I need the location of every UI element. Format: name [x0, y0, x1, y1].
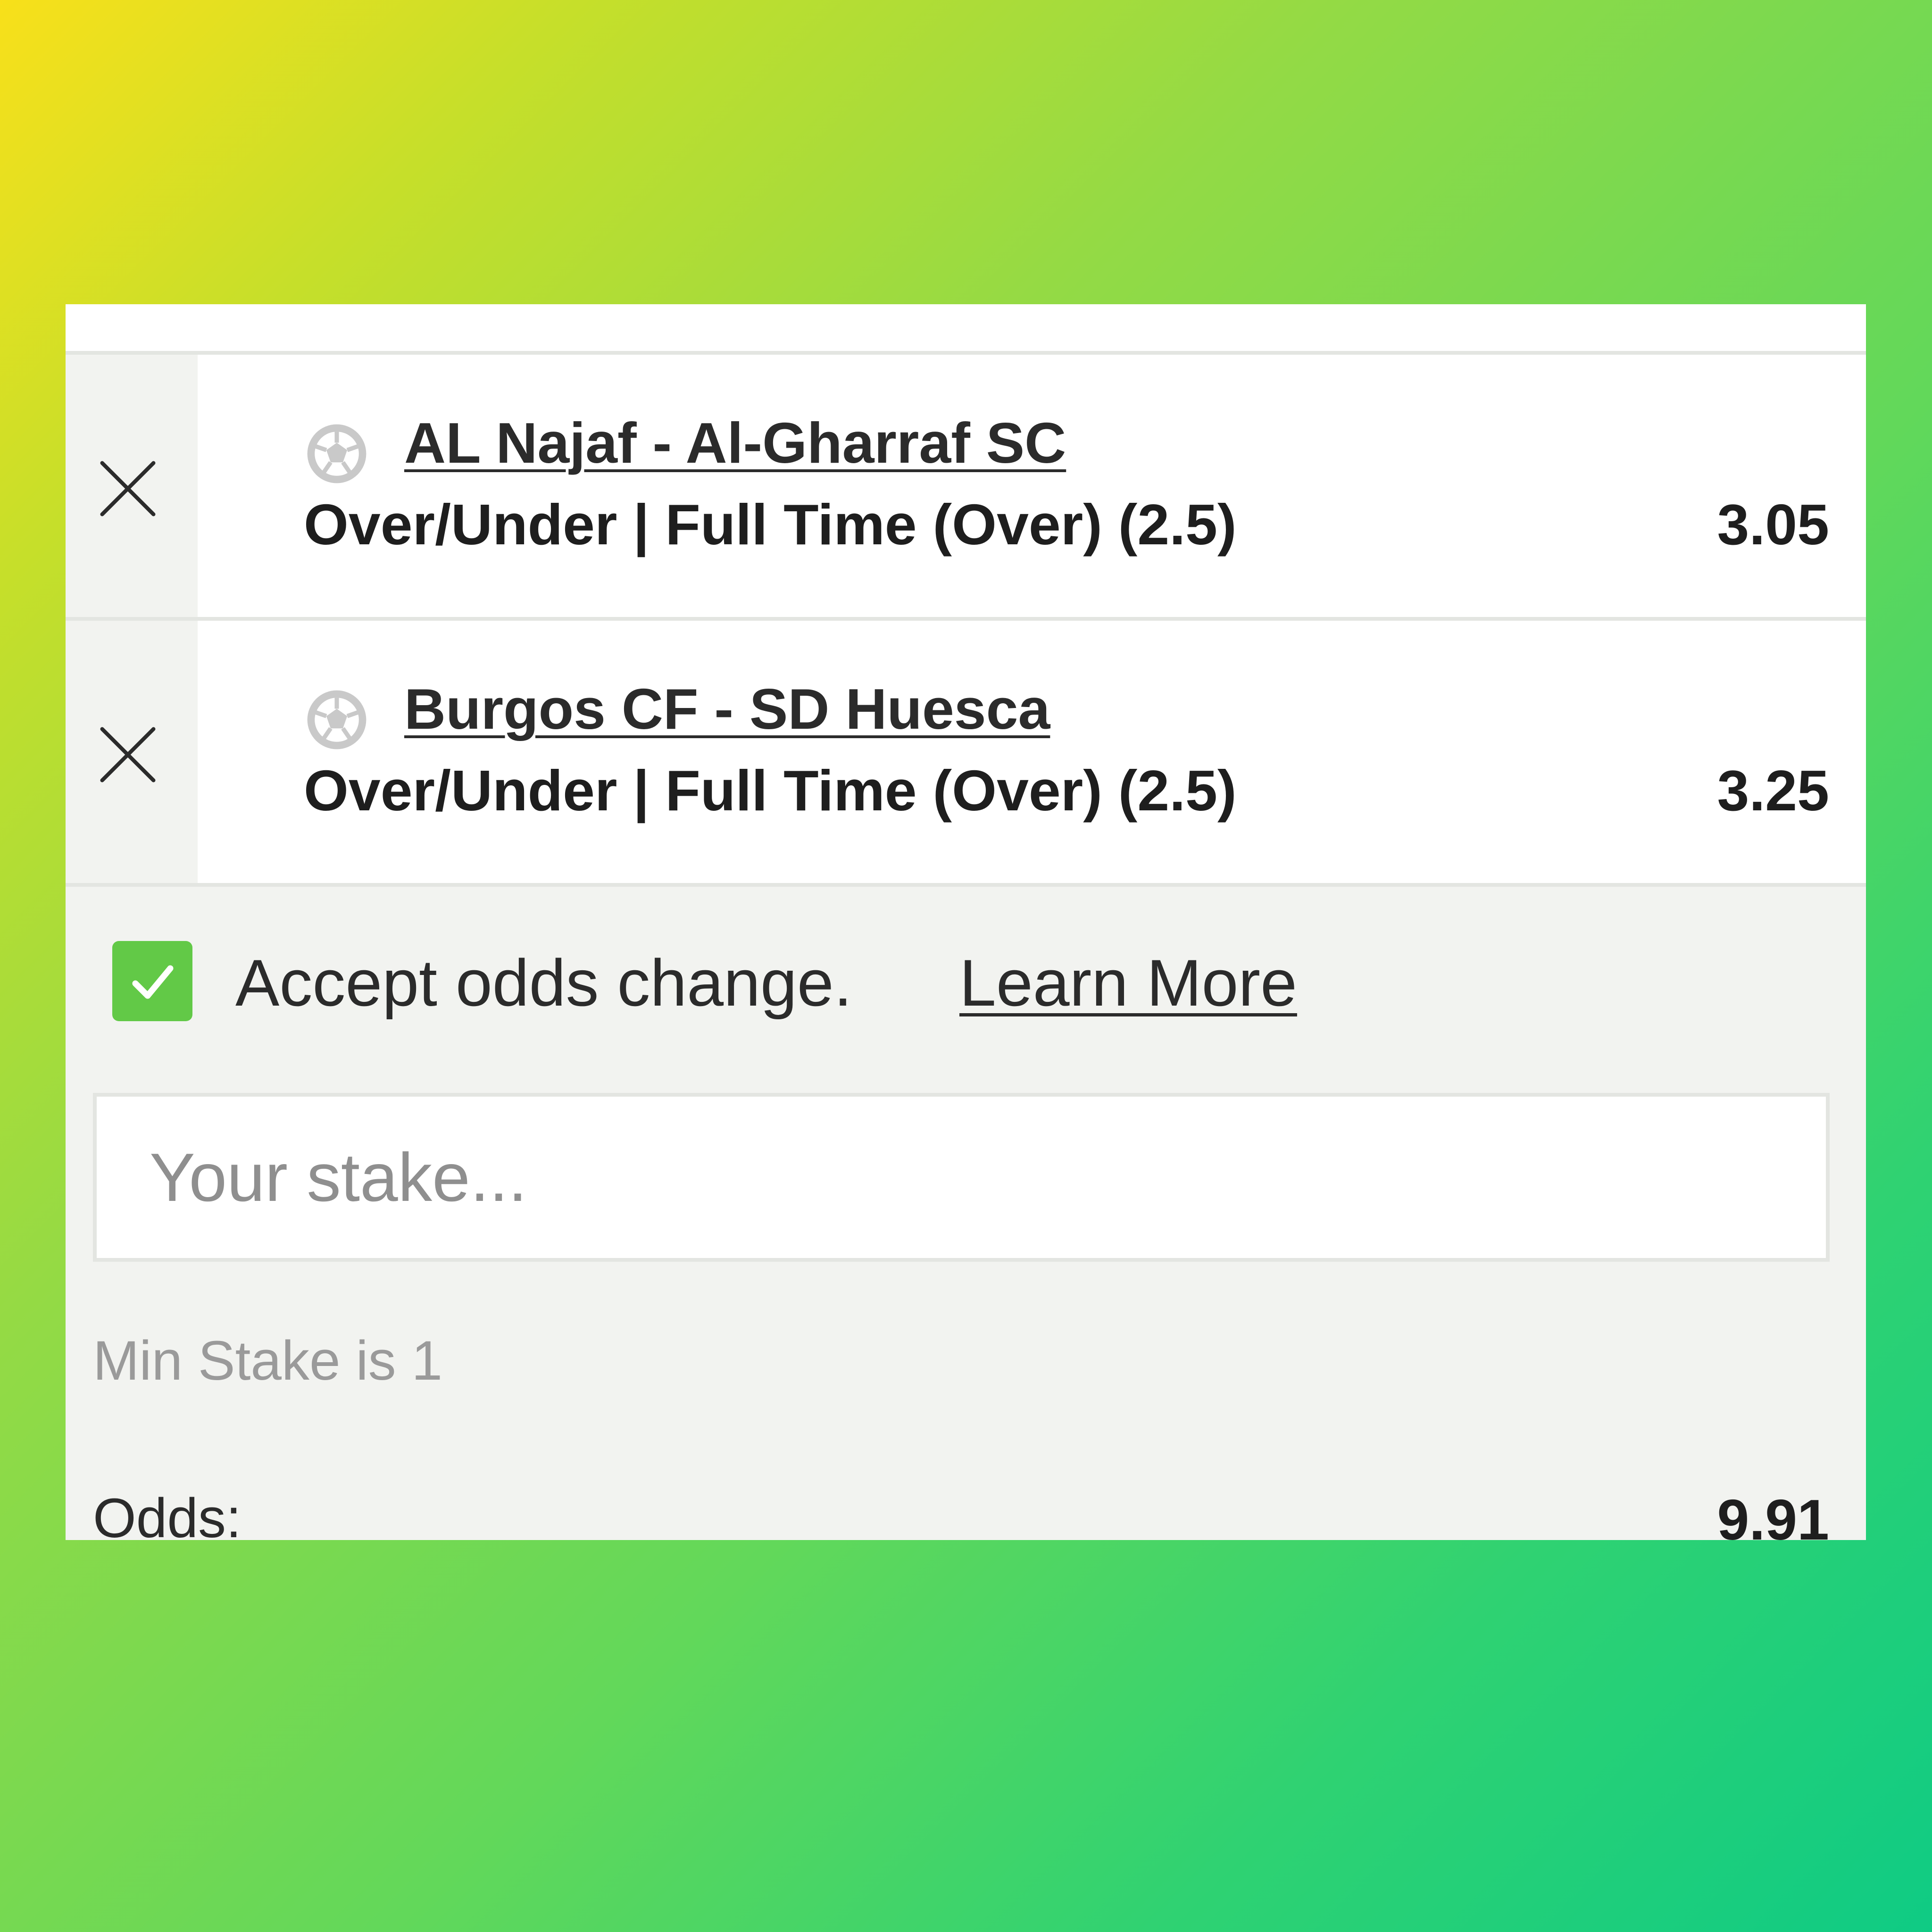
check-icon — [132, 965, 174, 999]
learn-more-link[interactable]: Learn More — [959, 947, 1297, 1019]
accept-odds-label: Accept odds change. — [235, 946, 852, 1020]
remove-selection-button[interactable] — [66, 621, 198, 883]
market-description: Over/Under | Full Time (Over) (2.5) — [304, 492, 1237, 557]
bet-selection: AL Najaf - Al-Gharraf SC Over/Under | Fu… — [66, 355, 1866, 621]
close-icon — [100, 461, 156, 516]
accept-odds-checkbox[interactable] — [112, 941, 192, 1021]
market-description: Over/Under | Full Time (Over) (2.5) — [304, 758, 1237, 823]
bet-slip-header-strip — [66, 304, 1866, 355]
match-link[interactable]: Burgos CF - SD Huesca — [404, 677, 1050, 741]
total-odds-value: 9.91 — [1717, 1488, 1829, 1540]
match-link[interactable]: AL Najaf - Al-Gharraf SC — [404, 411, 1066, 475]
total-odds-label: Odds: — [93, 1487, 242, 1540]
bet-slip-panel: AL Najaf - Al-Gharraf SC Over/Under | Fu… — [66, 304, 1866, 1540]
remove-selection-button[interactable] — [66, 355, 198, 617]
stake-input[interactable] — [93, 1093, 1830, 1262]
bet-selection-body: Burgos CF - SD Huesca Over/Under | Full … — [198, 621, 1866, 883]
min-stake-hint: Min Stake is 1 — [93, 1330, 443, 1392]
bet-selection: Burgos CF - SD Huesca Over/Under | Full … — [66, 621, 1866, 887]
close-icon — [100, 727, 156, 783]
selection-odds: 3.05 — [1717, 492, 1829, 557]
selection-odds: 3.25 — [1717, 758, 1829, 823]
bet-selection-body: AL Najaf - Al-Gharraf SC Over/Under | Fu… — [198, 355, 1866, 617]
soccer-ball-icon — [307, 690, 366, 749]
soccer-ball-icon — [307, 424, 366, 483]
